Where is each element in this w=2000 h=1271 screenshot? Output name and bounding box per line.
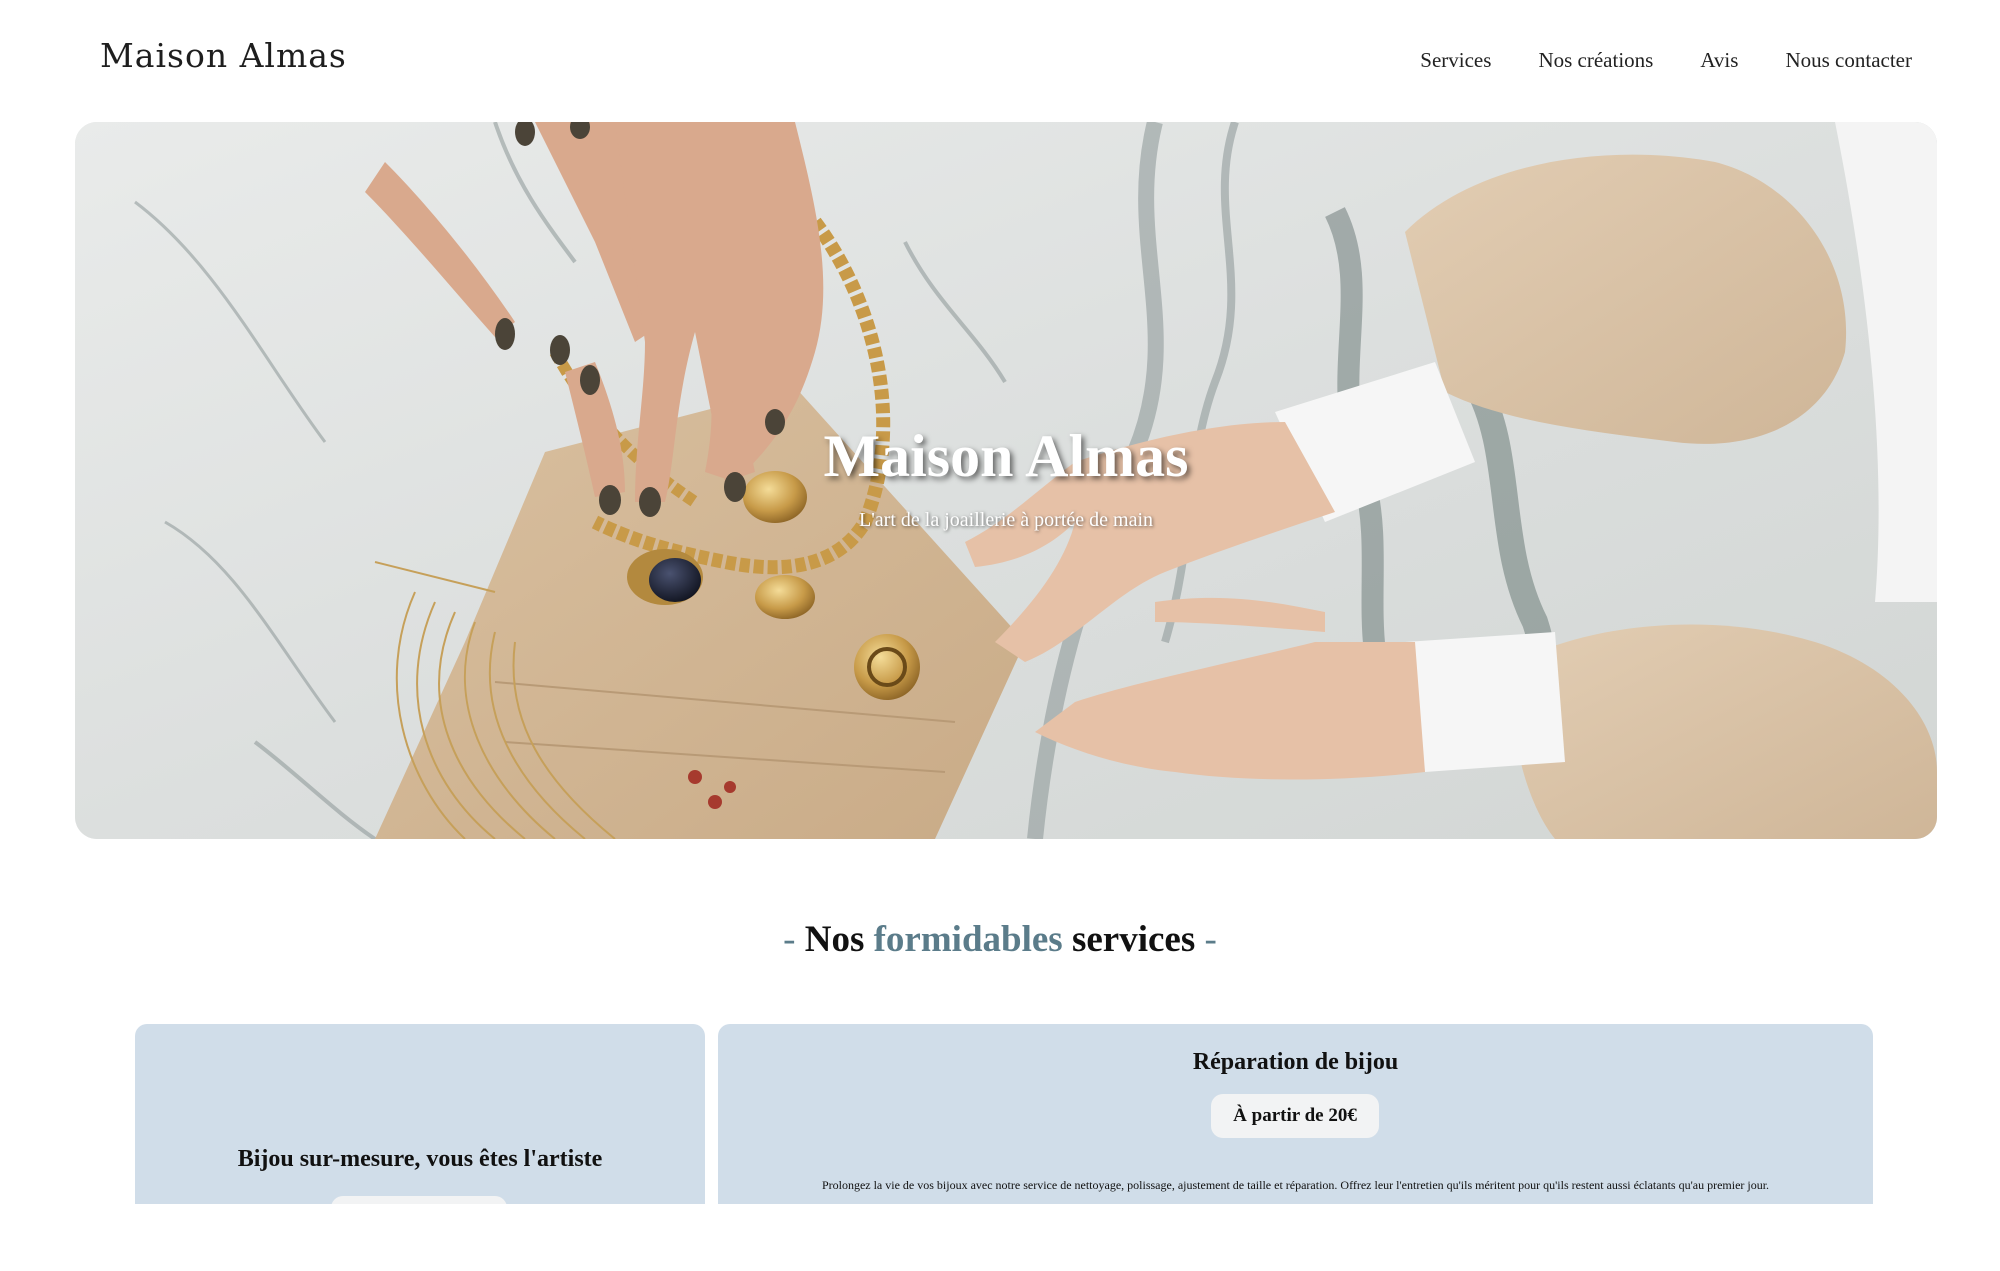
service-card-repair[interactable]: Réparation de bijou À partir de 20€ Prol… [718,1024,1873,1204]
heading-dash-left: - [783,919,796,960]
site-header: Maison Almas Services Nos créations Avis… [0,0,2000,122]
site-logo[interactable]: Maison Almas [100,36,347,75]
services-heading: - Nos formidables services - [0,918,2000,961]
heading-word-nos: Nos [804,919,865,960]
page: Maison Almas Services Nos créations Avis… [0,0,2000,1271]
service-price-badge [331,1196,507,1204]
nav-link-reviews[interactable]: Avis [1700,48,1738,73]
hero-banner: Maison Almas L'art de la joaillerie à po… [75,122,1937,839]
main-nav: Services Nos créations Avis Nous contact… [1420,48,1912,73]
service-price-badge: À partir de 20€ [1211,1094,1379,1138]
heading-dash-right: - [1204,919,1217,960]
service-card-custom-jewel[interactable]: Bijou sur-mesure, vous êtes l'artiste [135,1024,705,1204]
service-card-description: Prolongez la vie de vos bijoux avec notr… [821,1178,1770,1192]
heading-accent-word: formidables [873,919,1063,960]
hero-title: Maison Almas [823,423,1189,489]
heading-word-services: services [1071,919,1196,960]
nav-link-contact[interactable]: Nous contacter [1785,48,1912,73]
service-card-title: Bijou sur-mesure, vous êtes l'artiste [237,1146,603,1172]
nav-link-creations[interactable]: Nos créations [1538,48,1653,73]
service-card-title: Réparation de bijou [1192,1049,1399,1075]
hero-subtitle: L'art de la joaillerie à portée de main [858,509,1153,531]
nav-link-services[interactable]: Services [1420,48,1491,73]
